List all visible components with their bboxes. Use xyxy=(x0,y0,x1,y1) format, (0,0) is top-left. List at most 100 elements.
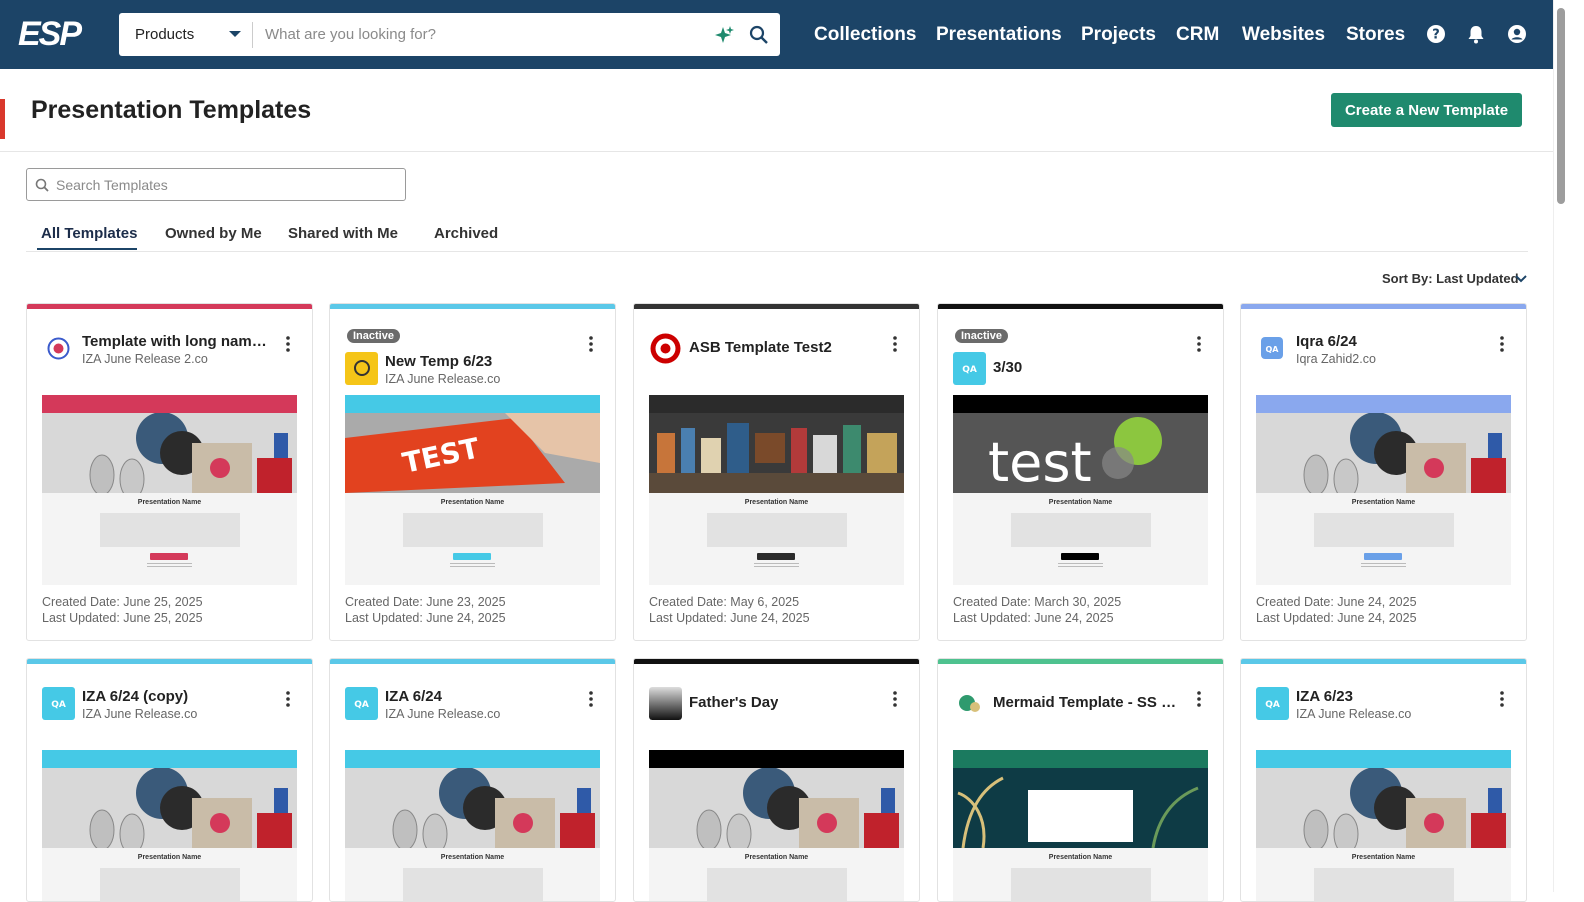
nav-link-crm[interactable]: CRM xyxy=(1176,22,1219,48)
template-card[interactable]: QA Iqra 6/24 Iqra Zahid2.co Presentation Na… xyxy=(1240,303,1527,641)
template-card[interactable]: QA IZA 6/24 (copy) IZA June Release.co Pres… xyxy=(26,658,313,902)
template-thumbnail[interactable]: test Presentation Name xyxy=(953,395,1208,585)
card-title[interactable]: 3/30 xyxy=(993,359,1022,377)
page-accent-bar xyxy=(0,99,5,139)
card-owner: IZA June Release.co xyxy=(82,707,198,721)
card-title[interactable]: IZA 6/23 xyxy=(1296,688,1353,706)
card-title[interactable]: IZA 6/24 (copy) xyxy=(82,688,188,706)
thumbnail-contact-box xyxy=(1011,868,1151,901)
chevron-down-icon[interactable] xyxy=(1515,275,1527,283)
card-accent-bar xyxy=(634,659,919,664)
more-options-icon[interactable] xyxy=(1496,334,1508,354)
client-logo xyxy=(649,687,682,720)
thumbnail-header xyxy=(649,750,904,768)
thumbnail-text xyxy=(450,563,495,569)
sort-dropdown[interactable]: Sort By: Last Updated xyxy=(1382,271,1519,287)
template-thumbnail[interactable]: Presentation Name xyxy=(1256,750,1511,901)
thumbnail-caption: Presentation Name xyxy=(137,499,202,506)
help-icon[interactable]: ? xyxy=(1426,24,1446,44)
thumbnail-button xyxy=(1364,553,1402,560)
template-card[interactable]: Template with long name ... IZA June Rele… xyxy=(26,303,313,641)
template-card[interactable]: Inactive New Temp 6/23 IZA June Release.co… xyxy=(329,303,616,641)
card-accent-bar xyxy=(330,659,615,664)
card-title[interactable]: ASB Template Test2 xyxy=(689,339,832,357)
more-options-icon[interactable] xyxy=(889,334,901,354)
thumbnail-hero-image xyxy=(1256,412,1511,500)
tab-owned-by-me[interactable]: Owned by Me xyxy=(165,225,262,243)
last-updated-date: Last Updated: June 24, 2025 xyxy=(953,611,1114,625)
thumbnail-hero-image xyxy=(42,412,297,500)
thumbnail-button xyxy=(150,553,188,560)
thumbnail-header xyxy=(42,395,297,413)
global-search: Products xyxy=(119,13,780,56)
header-divider xyxy=(0,151,1553,152)
qa-logo: QA xyxy=(1256,687,1289,720)
card-title[interactable]: IZA 6/24 xyxy=(385,688,442,706)
card-title[interactable]: Template with long name ... xyxy=(82,333,272,351)
template-card[interactable]: ASB Template Test2 Presentation Name Creat… xyxy=(633,303,920,641)
template-thumbnail[interactable]: Presentation Name xyxy=(953,750,1208,901)
thumbnail-header xyxy=(953,395,1208,413)
scrollbar-thumb[interactable] xyxy=(1557,8,1565,204)
more-options-icon[interactable] xyxy=(1193,334,1205,354)
nav-link-stores[interactable]: Stores xyxy=(1346,22,1405,48)
template-search-input[interactable] xyxy=(56,175,396,195)
search-category-select[interactable]: Products xyxy=(135,13,194,56)
thumbnail-contact-box xyxy=(1314,868,1454,901)
thumbnail-caption: Presentation Name xyxy=(1048,499,1113,506)
ai-sparkle-icon[interactable] xyxy=(715,25,735,45)
search-icon[interactable] xyxy=(749,25,769,45)
more-options-icon[interactable] xyxy=(282,689,294,709)
template-thumbnail[interactable]: Presentation Name xyxy=(345,750,600,901)
template-thumbnail[interactable]: Presentation Name xyxy=(1256,395,1511,585)
last-updated-date: Last Updated: June 24, 2025 xyxy=(1256,611,1417,625)
create-template-button[interactable]: Create a New Template xyxy=(1331,93,1522,127)
more-options-icon[interactable] xyxy=(585,334,597,354)
template-card[interactable]: Father's Day Presentation Name xyxy=(633,658,920,902)
tab-archived[interactable]: Archived xyxy=(434,225,498,243)
client-logo xyxy=(345,352,378,385)
card-title[interactable]: Father's Day xyxy=(689,694,778,712)
bell-icon[interactable] xyxy=(1466,24,1486,44)
nav-link-projects[interactable]: Projects xyxy=(1081,22,1156,48)
nav-link-presentations[interactable]: Presentations xyxy=(936,22,1062,48)
svg-text:QA: QA xyxy=(51,700,66,710)
top-navigation: ESP Products Collections Presentations P… xyxy=(0,0,1584,69)
chevron-down-icon[interactable] xyxy=(229,29,241,39)
more-options-icon[interactable] xyxy=(585,689,597,709)
nav-link-collections[interactable]: Collections xyxy=(814,22,916,48)
thumbnail-header xyxy=(42,750,297,768)
card-title[interactable]: New Temp 6/23 xyxy=(385,353,492,371)
card-accent-bar xyxy=(938,659,1223,664)
template-thumbnail[interactable]: Presentation Name xyxy=(649,395,904,585)
card-title[interactable]: Mermaid Template - SS D... xyxy=(993,694,1183,712)
tab-shared-with-me[interactable]: Shared with Me xyxy=(288,225,398,243)
search-input[interactable] xyxy=(265,21,705,48)
more-options-icon[interactable] xyxy=(1496,689,1508,709)
card-title[interactable]: Iqra 6/24 xyxy=(1296,333,1357,351)
account-icon[interactable] xyxy=(1507,24,1527,44)
tab-all-templates[interactable]: All Templates xyxy=(41,225,137,243)
nav-link-websites[interactable]: Websites xyxy=(1242,22,1325,48)
thumbnail-contact-box xyxy=(100,868,240,901)
template-thumbnail[interactable]: TEST Presentation Name xyxy=(345,395,600,585)
template-thumbnail[interactable]: Presentation Name xyxy=(42,750,297,901)
created-date: Created Date: June 23, 2025 xyxy=(345,595,506,609)
template-card[interactable]: Inactive QA 3/30 test Presentation Name Creat… xyxy=(937,303,1224,641)
card-accent-bar xyxy=(1241,304,1526,309)
template-card[interactable]: QA IZA 6/23 IZA June Release.co Presentatio… xyxy=(1240,658,1527,902)
template-card[interactable]: QA IZA 6/24 IZA June Release.co Presentatio… xyxy=(329,658,616,902)
thumbnail-button xyxy=(453,553,491,560)
more-options-icon[interactable] xyxy=(282,334,294,354)
esp-logo[interactable]: ESP xyxy=(18,16,102,52)
template-thumbnail[interactable]: Presentation Name xyxy=(42,395,297,585)
thumbnail-button xyxy=(1061,553,1099,560)
thumbnail-contact-box xyxy=(1314,513,1454,547)
last-updated-date: Last Updated: June 25, 2025 xyxy=(42,611,203,625)
template-thumbnail[interactable]: Presentation Name xyxy=(649,750,904,901)
card-accent-bar xyxy=(330,304,615,309)
more-options-icon[interactable] xyxy=(889,689,901,709)
template-card[interactable]: Mermaid Template - SS D... Presentation N… xyxy=(937,658,1224,902)
tabs-divider xyxy=(26,251,1528,252)
more-options-icon[interactable] xyxy=(1193,689,1205,709)
